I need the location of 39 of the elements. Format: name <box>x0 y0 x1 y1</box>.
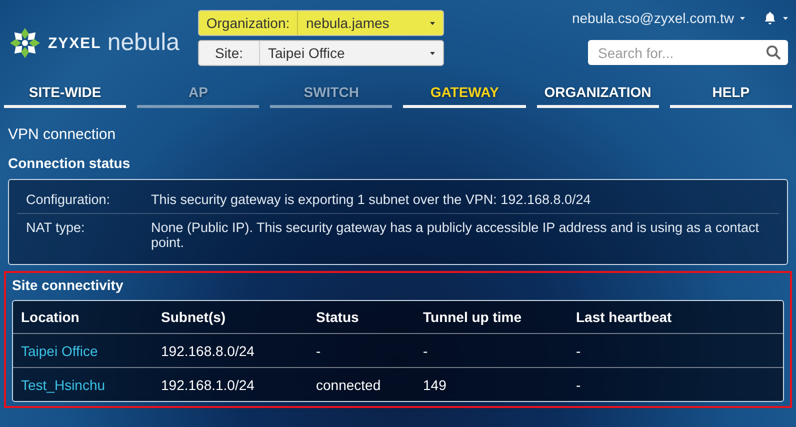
table-cell-text: - <box>423 342 429 358</box>
brand-name: ZYXEL <box>48 34 102 52</box>
column-header: Subnet(s) <box>161 309 227 325</box>
product-name: nebula <box>107 29 180 57</box>
site-selector[interactable]: Organization: nebula.james <box>198 10 444 36</box>
nav-tab[interactable]: SITE-WIDE <box>4 84 126 108</box>
caret-icon <box>430 22 435 24</box>
nav-tab[interactable]: ORGANIZATION <box>536 84 659 108</box>
section-title: Connection status <box>8 155 132 171</box>
user-email[interactable]: nebula.cso@zyxel.com.tw <box>572 10 734 26</box>
table-cell-text: - <box>576 342 582 358</box>
site-link[interactable]: Test_Hsinchu <box>21 376 161 392</box>
table-cell-text: connected <box>316 376 382 392</box>
section-title: Site connectivity <box>12 277 124 293</box>
bell-icon[interactable] <box>763 11 777 25</box>
table-cell-text: 149 <box>423 376 448 392</box>
search-icon[interactable] <box>766 45 781 60</box>
column-header: Last heartbeat <box>576 309 673 325</box>
field-label: Configuration: <box>26 192 112 207</box>
caret-icon <box>740 16 745 20</box>
nav-tab[interactable]: HELP <box>670 84 792 108</box>
field-label: NAT type: <box>26 220 86 237</box>
table-cell-text: - <box>316 342 322 358</box>
site-link[interactable]: Taipei Office <box>21 342 161 358</box>
logo-icon <box>8 26 42 60</box>
field-value: None (Public IP). This security gateway has a publicly accessible IP address and is using as a contact point. <box>151 220 760 250</box>
caret-icon <box>430 52 435 54</box>
page-title: VPN connection <box>8 126 117 143</box>
search-field[interactable]: Search for... <box>588 40 788 65</box>
column-header: Tunnel up time <box>423 309 523 325</box>
column-header: Location <box>21 309 80 325</box>
table-cell-text: 192.168.8.0/24 <box>161 342 256 358</box>
nav-tab[interactable]: GATEWAY <box>403 84 526 108</box>
caret-icon <box>783 16 788 20</box>
column-header: Status <box>316 309 360 325</box>
site-selector[interactable]: Site: Taipei Office <box>198 40 444 66</box>
table-cell-text: - <box>576 376 582 392</box>
table-cell-text: 192.168.1.0/24 <box>161 376 256 392</box>
field-value: This security gateway is exporting 1 subnet over the VPN: 192.168.8.0/24 <box>151 192 592 207</box>
